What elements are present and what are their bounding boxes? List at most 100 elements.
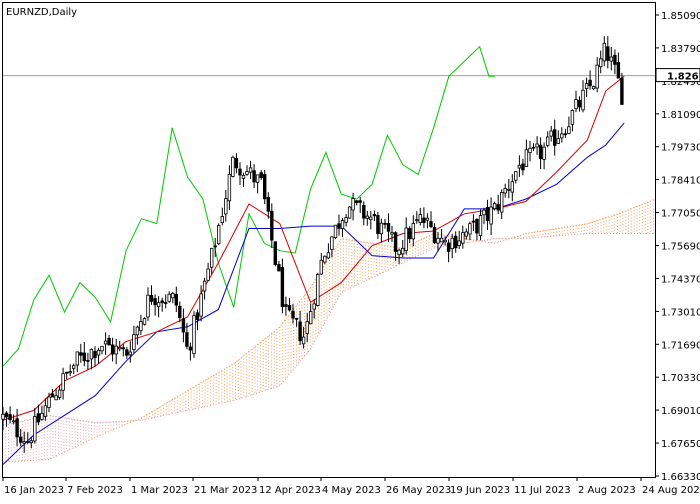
candle-body-bullish xyxy=(330,236,334,250)
candle-body-bullish xyxy=(171,292,175,299)
candle-body-bullish xyxy=(220,216,224,223)
candle-body-bearish xyxy=(613,54,617,65)
candle-body-bearish xyxy=(188,346,193,351)
candle-body-bullish xyxy=(570,110,575,125)
candle-body-bullish xyxy=(29,440,33,444)
candle-body-bearish xyxy=(453,235,458,249)
candle-body-bullish xyxy=(542,146,546,160)
y-tick-label: 1.73010 xyxy=(661,307,700,318)
candle-body-bearish xyxy=(446,242,451,252)
candle-body-bearish xyxy=(213,245,217,248)
candle-body-bullish xyxy=(156,302,161,308)
candle-body-bearish xyxy=(79,352,83,356)
candle-body-bullish xyxy=(40,412,44,420)
candle-body-bearish xyxy=(110,344,115,355)
candle-body-bullish xyxy=(100,345,104,352)
candle-body-bullish xyxy=(202,280,207,292)
candle xyxy=(216,223,221,246)
candle-body-bullish xyxy=(192,315,196,355)
candle-body-bearish xyxy=(358,200,362,203)
candle-body-bearish xyxy=(259,172,263,178)
candle-body-bullish xyxy=(351,198,355,211)
candle-body-bullish xyxy=(535,143,539,148)
candle-body-bullish xyxy=(369,216,373,220)
candle-body-bearish xyxy=(252,170,256,183)
y-tick-label: 1.69010 xyxy=(661,406,700,417)
candle-body-bullish xyxy=(75,351,79,366)
x-tick-label: 24 Aug 2023 xyxy=(642,485,700,496)
candle-body-bullish xyxy=(96,349,101,356)
y-tick-label: 1.81090 xyxy=(661,110,700,121)
candle-body-bullish xyxy=(61,373,65,391)
candle-body-bearish xyxy=(407,228,412,240)
chart-canvas[interactable]: 1.850901.837901.824901.810901.797301.784… xyxy=(0,0,700,500)
candle-body-bearish xyxy=(422,217,426,223)
candle-body-bullish xyxy=(549,130,553,137)
candle-body-bearish xyxy=(163,302,168,304)
candle-body-bearish xyxy=(18,436,23,443)
candle-body-bearish xyxy=(553,129,557,146)
candle-body-bearish xyxy=(383,222,387,225)
candle-body-bullish xyxy=(316,274,320,307)
candle-body-bullish xyxy=(231,156,235,177)
candle-body-bullish xyxy=(478,215,483,237)
x-tick-label: 11 Jul 2023 xyxy=(514,485,571,496)
y-tick-label: 1.79730 xyxy=(661,143,700,154)
candle-body-bullish xyxy=(390,232,394,235)
candle-body-bullish xyxy=(47,396,51,409)
x-tick-label: 12 Apr 2023 xyxy=(259,485,321,496)
y-tick-label: 1.75690 xyxy=(661,242,700,253)
candle-body-bullish xyxy=(461,232,465,244)
candle-body-bullish xyxy=(507,188,511,191)
candle-body-bearish xyxy=(93,350,97,359)
candle-body-bullish xyxy=(43,405,48,417)
candle-body-bullish xyxy=(72,365,76,369)
candle-body-bullish xyxy=(33,415,37,442)
candle-body-bearish xyxy=(280,267,285,308)
y-tick-label: 1.83790 xyxy=(661,44,700,55)
candle-body-bullish xyxy=(142,318,147,325)
candle-body-bullish xyxy=(411,223,415,240)
y-tick-label: 1.77050 xyxy=(661,209,700,220)
x-tick-label: 21 Mar 2023 xyxy=(194,485,257,496)
candle-body-bearish xyxy=(616,62,621,79)
candle-body-bullish xyxy=(404,227,408,251)
candle-body-bullish xyxy=(524,149,529,167)
candle-body-bullish xyxy=(57,389,62,398)
y-tick-label: 1.67650 xyxy=(661,439,700,450)
candle-body-bearish xyxy=(234,157,239,169)
candle-body-bullish xyxy=(468,223,472,235)
candle-body-bullish xyxy=(209,247,214,268)
x-tick-label: 2 Aug 2023 xyxy=(578,485,636,496)
candle xyxy=(273,241,277,267)
candle-body-bearish xyxy=(485,206,490,221)
candle-body-bullish xyxy=(503,188,507,194)
candle-body-bearish xyxy=(386,223,391,232)
candle-body-bearish xyxy=(372,214,377,217)
candle-body-bearish xyxy=(107,337,111,346)
candle-body-bearish xyxy=(287,304,292,311)
candle-body-bullish xyxy=(517,164,522,169)
current-price-label: 1.82625 xyxy=(667,72,700,83)
candle-body-bullish xyxy=(68,371,72,374)
candle-body-bullish xyxy=(89,348,94,360)
y-tick-label: 1.85090 xyxy=(661,11,700,22)
candle-body-bullish xyxy=(245,171,249,175)
candle-body-bearish xyxy=(496,204,500,211)
candle-body-bullish xyxy=(305,321,309,334)
candle-body-bearish xyxy=(174,293,178,306)
y-tick-label: 1.78410 xyxy=(661,176,700,187)
candle-body-bearish xyxy=(270,210,274,241)
candle-body-bullish xyxy=(206,268,210,281)
candle-body-bullish xyxy=(167,293,171,302)
candle-body-bullish xyxy=(556,138,560,144)
chart-background xyxy=(0,0,700,500)
ichimoku-chart[interactable]: 1.85090 1.83790 1.82490 1.81090 1.79730 1.784… xyxy=(0,0,700,500)
x-tick-label: 19 Jun 2023 xyxy=(450,485,510,496)
candle-body-bullish xyxy=(514,171,518,181)
x-tick-label: 7 Feb 2023 xyxy=(67,485,123,496)
candle-body-bullish xyxy=(118,346,122,350)
candle-body-bullish xyxy=(499,191,504,213)
candle-body-bearish xyxy=(195,312,200,321)
candle-body-bullish xyxy=(199,293,203,317)
